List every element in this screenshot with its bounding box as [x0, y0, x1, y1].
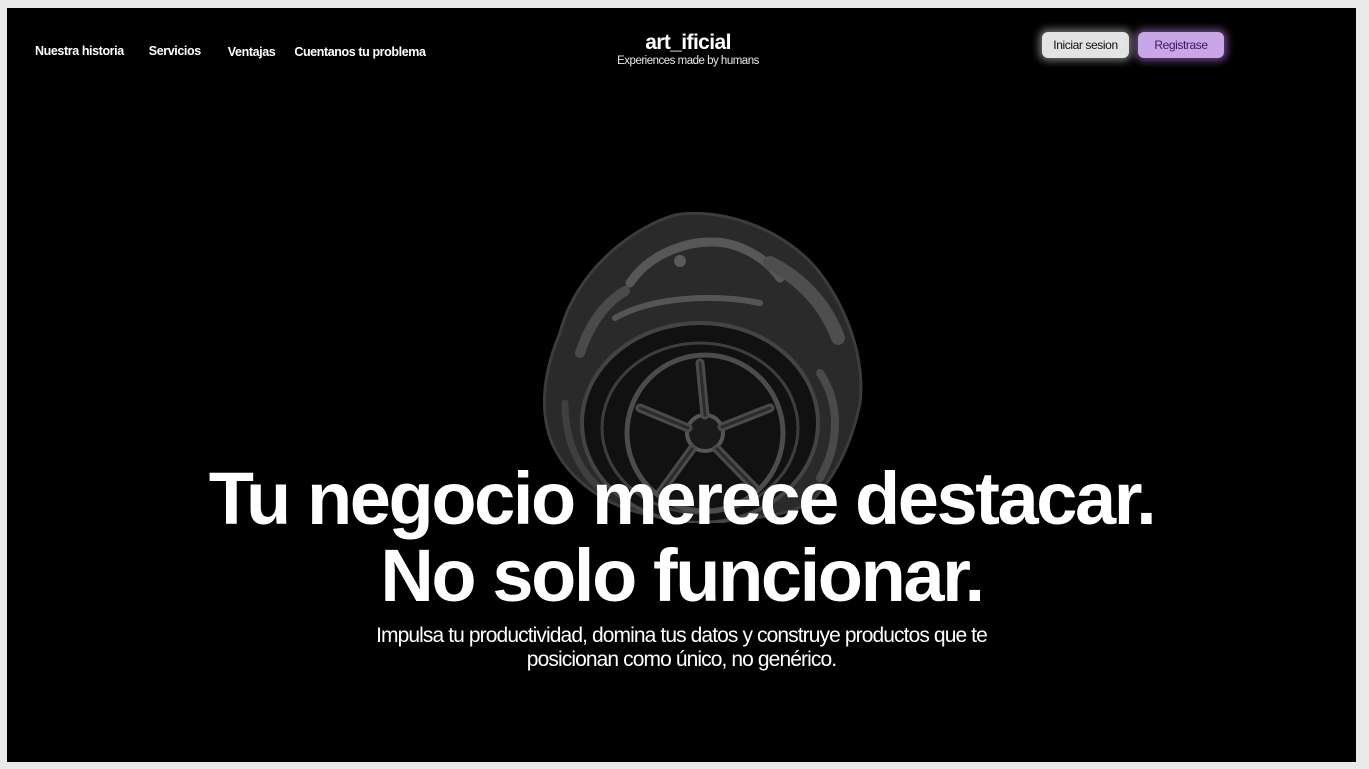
- nav-link-nuestra-historia[interactable]: Nuestra historia: [35, 44, 124, 58]
- brand-tagline: Experiences made by humans: [617, 55, 759, 67]
- hero-headline-line1: Tu negocio merece destacar.: [208, 457, 1157, 540]
- hero-headline-line2: No solo funcionar.: [380, 534, 985, 617]
- brand-name: art_ificial: [645, 31, 731, 54]
- register-button[interactable]: Registrase: [1138, 32, 1224, 58]
- nav-link-ventajas[interactable]: Ventajas: [228, 45, 276, 59]
- login-button[interactable]: Iniciar sesion: [1042, 32, 1129, 58]
- hero-subtitle-line1: Impulsa tu productividad, domina tus dat…: [376, 624, 988, 647]
- main-nav: Nuestra historia Servicios Ventajas Cuen…: [35, 43, 426, 59]
- brand-logo[interactable]: art_ificial Experiences made by humans: [593, 31, 783, 67]
- hero-headline: Tu negocio merece destacar. No solo func…: [7, 460, 1356, 614]
- page-frame: Nuestra historia Servicios Ventajas Cuen…: [7, 8, 1356, 762]
- nav-link-cuentanos[interactable]: Cuentanos tu problema: [294, 45, 426, 59]
- hero-subtitle-line2: posicionan como único, no genérico.: [526, 648, 837, 671]
- auth-buttons: Iniciar sesion Registrase: [1042, 32, 1224, 58]
- hero-subtitle: Impulsa tu productividad, domina tus dat…: [7, 624, 1356, 672]
- nav-link-servicios[interactable]: Servicios: [149, 44, 201, 58]
